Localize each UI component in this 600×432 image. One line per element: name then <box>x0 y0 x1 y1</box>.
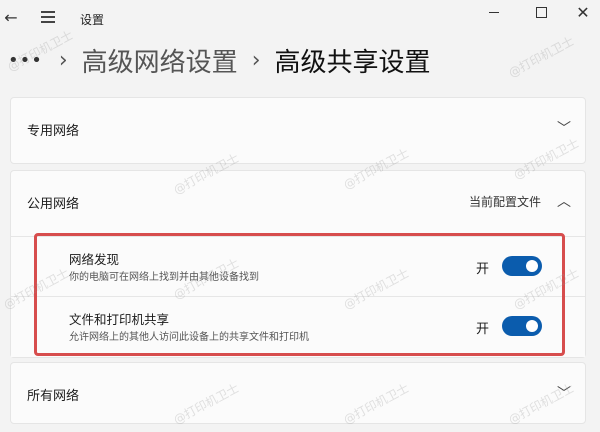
breadcrumb-separator: › <box>251 47 261 73</box>
back-arrow-icon[interactable]: ← <box>0 4 22 30</box>
private-network-label: 专用网络 <box>27 124 80 139</box>
minimize-icon <box>489 11 499 13</box>
file-printer-sharing-row: 文件和打印机共享 允许网络上的其他人访问此设备上的共享文件和打印机 开 <box>11 296 585 357</box>
title-bar: ← 设置 ✕ <box>0 0 600 36</box>
page-title: 高级共享设置 <box>274 47 431 78</box>
file-printer-sharing-state: 开 <box>476 322 490 337</box>
all-networks-card[interactable]: 所有网络 ﹀ <box>10 362 586 424</box>
close-button[interactable]: ✕ <box>560 0 600 24</box>
public-network-card: 公用网络 当前配置文件 ︿ 网络发现 你的电脑可在网络上找到并由其他设备找到 开… <box>10 170 586 358</box>
file-printer-sharing-description: 允许网络上的其他人访问此设备上的共享文件和打印机 <box>69 332 309 343</box>
public-network-label: 公用网络 <box>27 197 80 212</box>
chevron-down-icon: ﹀ <box>557 386 571 402</box>
breadcrumb-parent-link[interactable]: 高级网络设置 <box>82 42 238 79</box>
current-profile-tag: 当前配置文件 <box>468 195 541 209</box>
public-network-header[interactable]: 公用网络 当前配置文件 ︿ <box>11 171 585 235</box>
chevron-up-icon: ︿ <box>557 194 571 210</box>
network-discovery-state: 开 <box>476 262 490 277</box>
watermark: @打印机卫士 <box>506 33 577 81</box>
network-discovery-row: 网络发现 你的电脑可在网络上找到并由其他设备找到 开 <box>11 236 585 297</box>
private-network-card[interactable]: 专用网络 ﹀ <box>10 97 586 164</box>
private-network-header[interactable]: 专用网络 ﹀ <box>11 98 585 162</box>
breadcrumb: ••• › 高级网络设置 › 高级共享设置 <box>8 40 431 80</box>
network-discovery-description: 你的电脑可在网络上找到并由其他设备找到 <box>69 272 259 283</box>
window-title: 设置 <box>80 13 105 27</box>
hamburger-menu-icon[interactable] <box>38 4 58 30</box>
all-networks-label: 所有网络 <box>27 389 80 404</box>
file-printer-sharing-title: 文件和打印机共享 <box>69 312 170 327</box>
toggle-knob <box>526 260 538 272</box>
breadcrumb-more-button[interactable]: ••• <box>8 50 43 71</box>
chevron-down-icon: ﹀ <box>557 121 571 137</box>
network-discovery-toggle[interactable] <box>502 256 542 276</box>
breadcrumb-separator: › <box>58 47 68 73</box>
maximize-button[interactable] <box>518 0 564 24</box>
network-discovery-title: 网络发现 <box>69 252 120 267</box>
all-networks-header[interactable]: 所有网络 ﹀ <box>11 363 585 427</box>
toggle-knob <box>526 320 538 332</box>
maximize-icon <box>535 6 547 18</box>
file-printer-sharing-toggle[interactable] <box>502 316 542 336</box>
minimize-button[interactable] <box>471 0 517 24</box>
